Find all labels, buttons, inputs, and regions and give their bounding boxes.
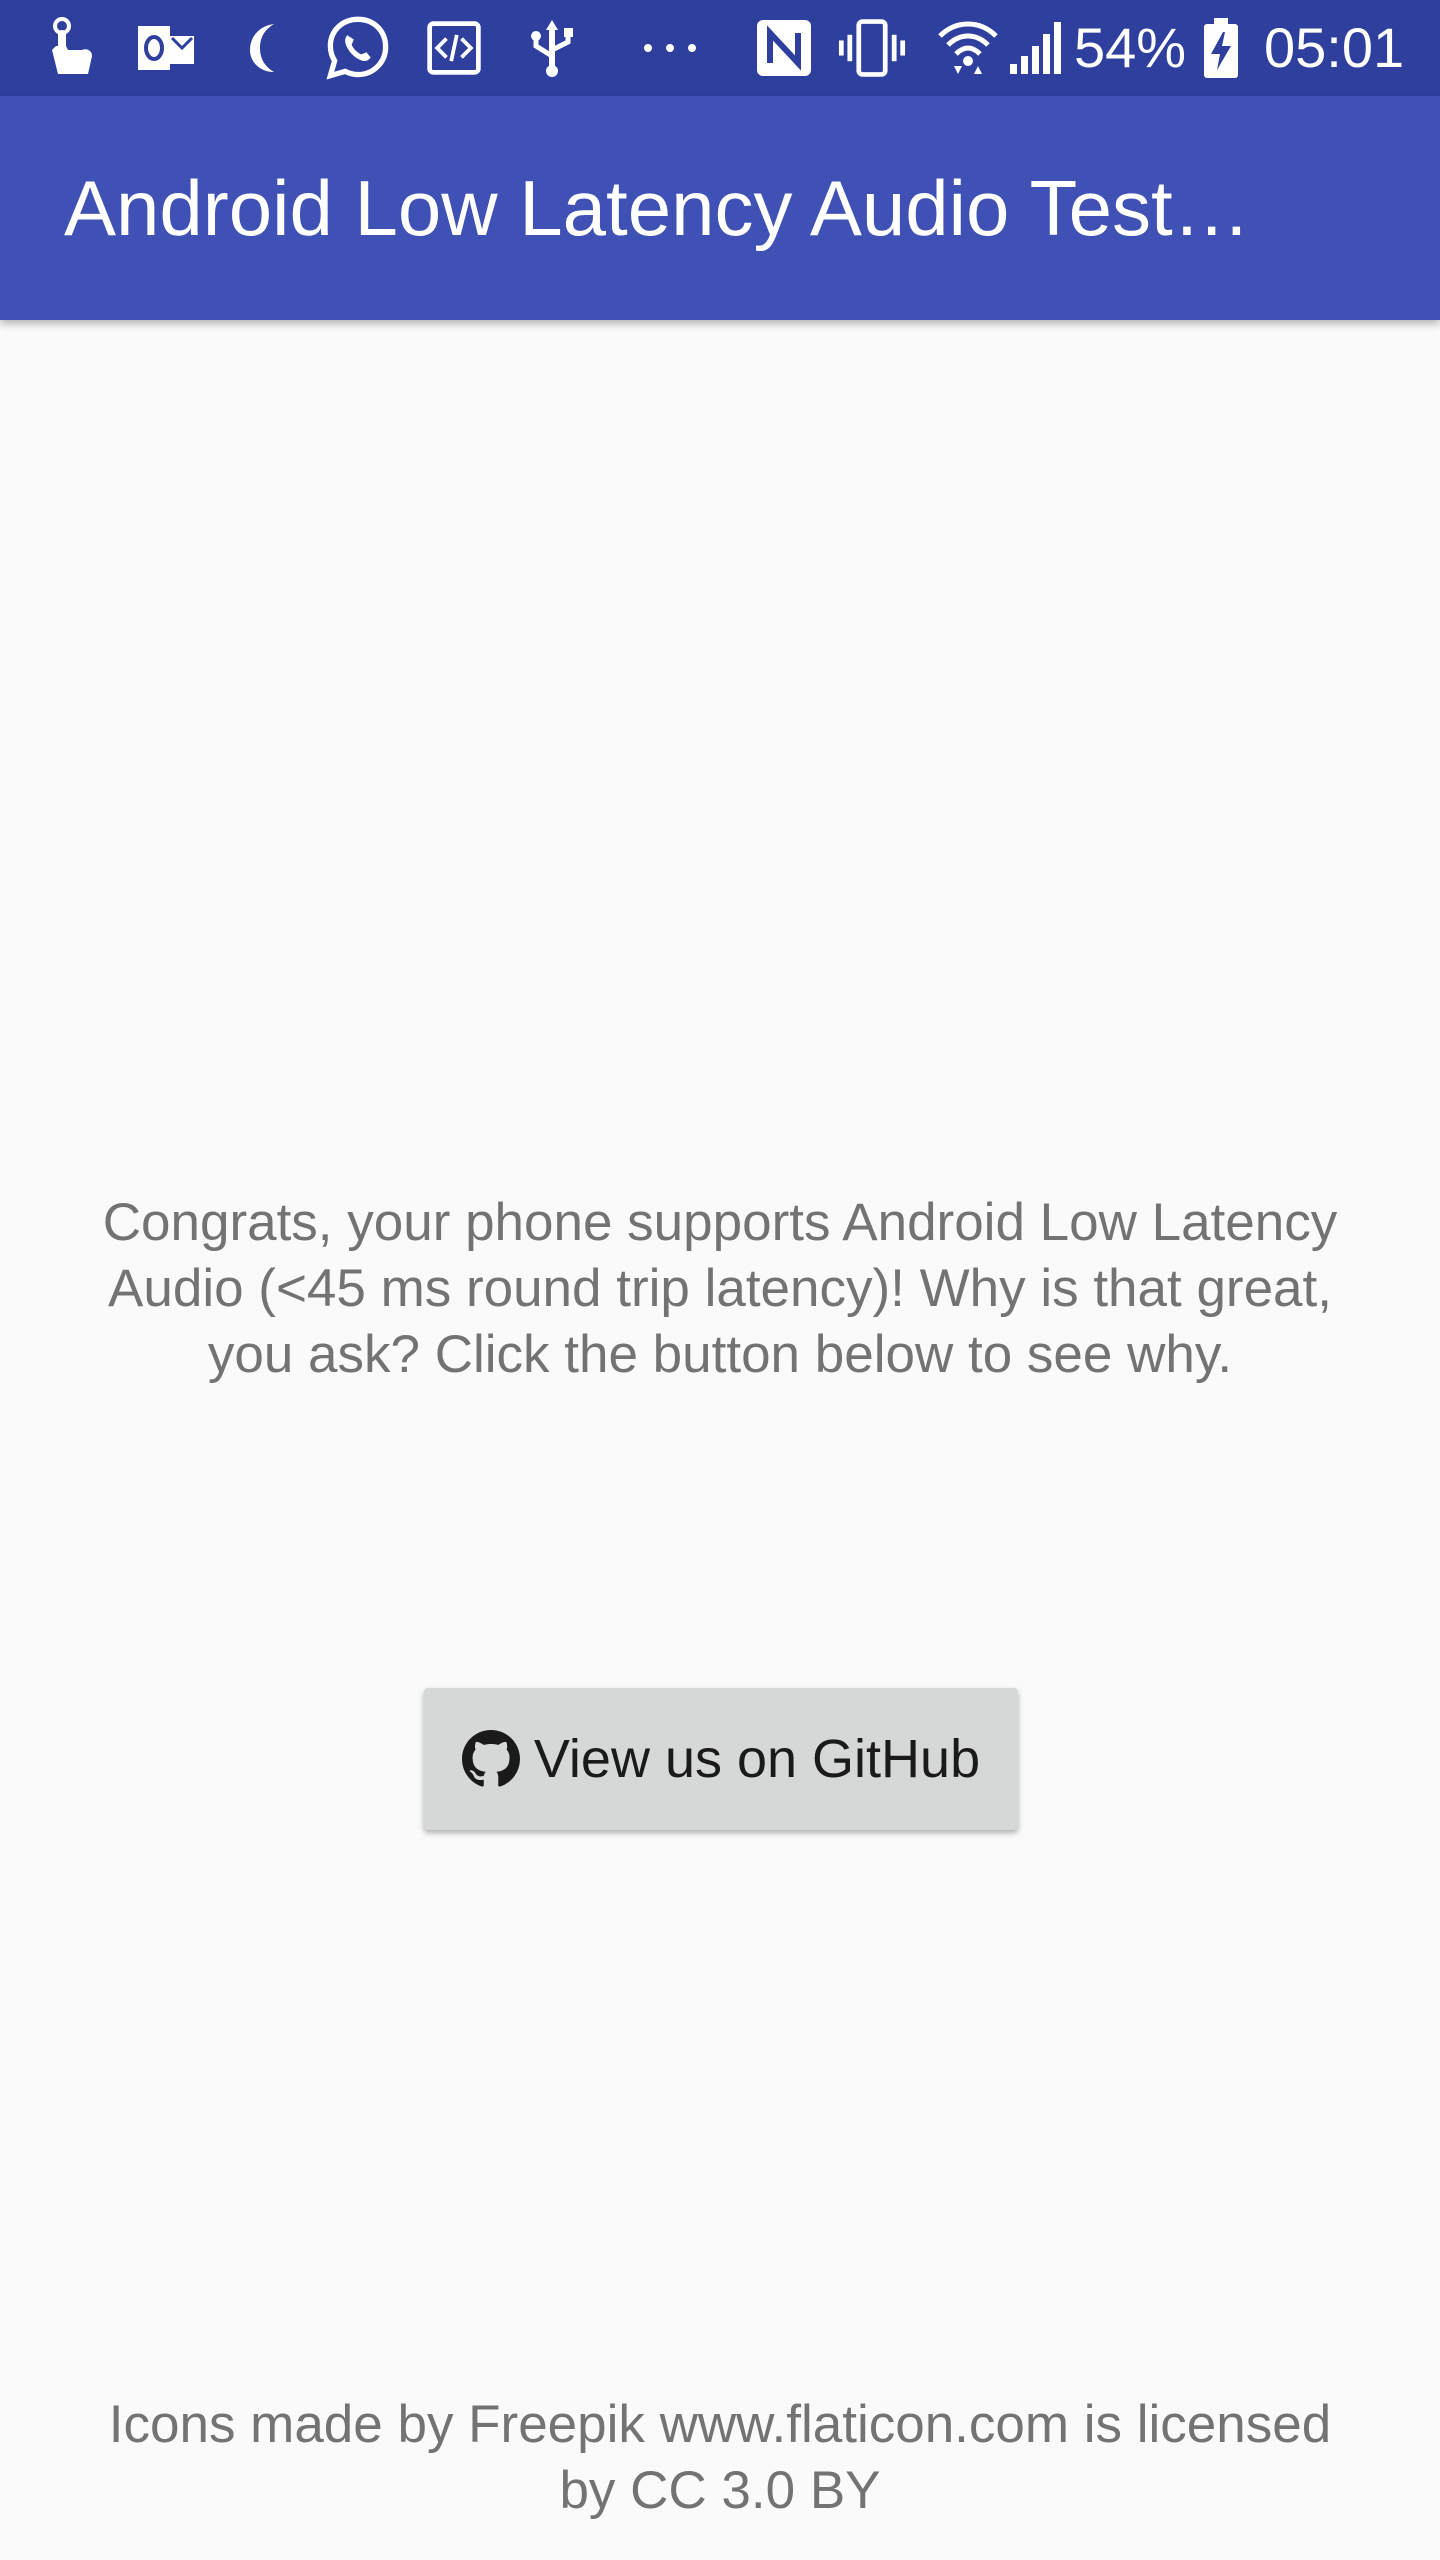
- usb-icon: [518, 14, 586, 82]
- clock-time: 05:01: [1264, 16, 1405, 79]
- outlook-icon: [132, 14, 200, 82]
- more-notifications-icon: [636, 14, 704, 82]
- latency-support-message: Congrats, your phone supports Android Lo…: [102, 1193, 1338, 1384]
- moon-icon: [232, 14, 300, 82]
- vibrate-icon: [838, 14, 906, 82]
- developer-code-icon: [420, 14, 488, 82]
- signal-icon: [1002, 14, 1070, 82]
- icon-credit-footer: Icons made by Freepik www.flaticon.com i…: [108, 2395, 1332, 2520]
- app-title: Android Low Latency Audio Test…: [64, 164, 1251, 252]
- github-icon: [461, 1730, 520, 1788]
- wifi-icon: [934, 14, 1002, 82]
- whatsapp-icon: [324, 14, 392, 82]
- battery-charging-icon: [1196, 14, 1246, 82]
- github-button-label: View us on GitHub: [533, 1729, 981, 1789]
- touch-gesture-icon: [36, 14, 104, 82]
- screen: 54% 05:01 Android Low Latency Audio Test…: [0, 0, 1440, 2560]
- status-bar: 54% 05:01: [0, 0, 1440, 96]
- battery-percentage: 54%: [1074, 16, 1187, 79]
- app-bar: Android Low Latency Audio Test…: [0, 96, 1440, 320]
- view-on-github-button[interactable]: View us on GitHub: [424, 1688, 1018, 1830]
- nfc-icon: [750, 14, 818, 82]
